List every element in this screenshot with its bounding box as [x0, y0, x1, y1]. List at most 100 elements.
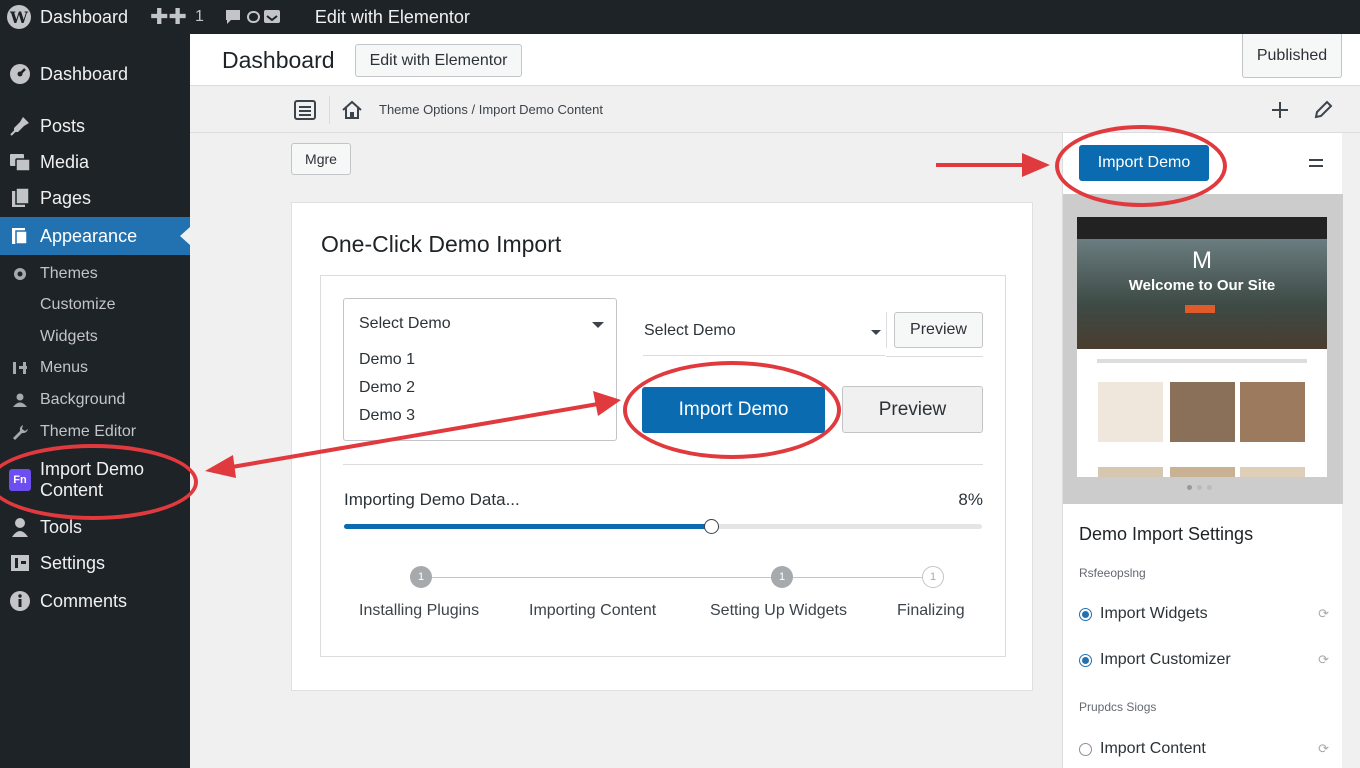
refresh-icon[interactable]: ⟳: [1318, 606, 1329, 622]
preview-headline: Welcome to Our Site: [1128, 277, 1276, 294]
site-name: Dashboard: [40, 6, 129, 27]
sidebar-item-comments[interactable]: Comments: [0, 583, 190, 619]
preview-button-large[interactable]: Preview: [842, 386, 983, 433]
refresh-icon[interactable]: ⟳: [1318, 652, 1329, 668]
edit-with-elementor-button[interactable]: Edit with Elementor: [355, 44, 522, 77]
preview-card-image: [1170, 382, 1235, 442]
admin-sidebar: Dashboard Posts Media Pages Appearance T…: [0, 34, 190, 768]
panel-menu-icon[interactable]: [1309, 159, 1323, 167]
toolbar: Theme Options / Import Demo Content: [190, 87, 1360, 133]
preview-navbar: [1077, 217, 1327, 239]
user-icon: [10, 390, 30, 410]
demo-select-secondary[interactable]: Select Demo: [643, 312, 885, 356]
sidebar-item-pages[interactable]: Pages: [0, 180, 190, 216]
progress-fill: [344, 524, 711, 529]
sidebar-item-settings[interactable]: Settings: [0, 545, 190, 581]
published-status-button[interactable]: Published: [1242, 34, 1342, 78]
add-icon[interactable]: [1270, 100, 1290, 125]
demo-option-2[interactable]: Demo 2: [359, 379, 415, 397]
chevron-down-icon: [592, 322, 604, 328]
progress-percent: 8%: [958, 490, 983, 509]
progress-label: Importing Demo Data...: [344, 490, 520, 509]
submenu-label: Menus: [40, 359, 89, 376]
submenu-item-background[interactable]: Background: [0, 386, 190, 414]
submenu-item-customize[interactable]: Customize: [0, 291, 190, 319]
sidebar-item-appearance[interactable]: Appearance: [0, 217, 190, 255]
submenu-label: Widgets: [40, 328, 98, 345]
media-icon: [9, 151, 31, 173]
submenu-item-themes[interactable]: Themes: [0, 260, 190, 288]
submenu-item-menus[interactable]: Menus: [0, 354, 190, 382]
comment-icon: [225, 10, 280, 24]
pages-icon: [9, 187, 31, 209]
option-import-content[interactable]: Import Content ⟳: [1079, 740, 1329, 758]
demo-option-3[interactable]: Demo 3: [359, 407, 415, 425]
settings-title: Demo Import Settings: [1079, 524, 1254, 544]
home-icon[interactable]: [341, 100, 363, 125]
list-view-icon[interactable]: [294, 100, 316, 125]
card-title: One-Click Demo Import: [321, 231, 562, 257]
demo-preview-frame: M Welcome to Our Site: [1063, 194, 1343, 504]
dashboard-icon: [9, 63, 31, 85]
more-button[interactable]: Mgre: [291, 143, 351, 175]
edit-elementor-label: Edit with Elementor: [314, 6, 470, 27]
admin-bar: W Dashboard ✚✚ 1 Edit with Elementor: [0, 0, 1360, 34]
page-title: Dashboard: [222, 47, 335, 73]
sidebar-item-label: Dashboard: [40, 63, 129, 84]
settings-group-label-2: Prupdcs Siogs: [1079, 700, 1157, 714]
demo-select-secondary-value: Select Demo: [644, 322, 736, 339]
divider-horizontal: [886, 356, 983, 357]
option-import-customizer[interactable]: Import Customizer ⟳: [1079, 651, 1329, 669]
preview-card-image: [1098, 382, 1163, 442]
info-icon: [9, 590, 31, 612]
pencil-icon[interactable]: [1312, 99, 1334, 126]
submenu-label: Background: [40, 391, 126, 408]
submenu-label: Customize: [40, 296, 116, 313]
preview-hero-button: [1185, 305, 1215, 313]
edit-elementor-link[interactable]: Edit with Elementor: [315, 0, 470, 34]
comments-button[interactable]: [224, 0, 282, 34]
current-menu-arrow: [180, 227, 190, 245]
sidebar-item-posts[interactable]: Posts: [0, 108, 190, 144]
progress-handle[interactable]: [704, 519, 719, 534]
radio-unchecked-icon[interactable]: [1079, 742, 1092, 756]
preview-button-small[interactable]: Preview: [894, 312, 983, 348]
step-3-label: Setting Up Widgets: [710, 602, 847, 619]
sidebar-item-label: Media: [40, 151, 90, 172]
option-label: Import Content: [1100, 740, 1206, 757]
submenu-item-widgets[interactable]: Widgets: [0, 323, 190, 351]
carousel-dots[interactable]: [1187, 485, 1212, 490]
sidebar-item-label: Posts: [40, 115, 86, 136]
demo-option-1[interactable]: Demo 1: [359, 351, 415, 369]
option-label: Import Customizer: [1100, 651, 1231, 668]
demo-select-value: Select Demo: [359, 315, 451, 332]
settings-group-label: Rsfeeopslng: [1079, 566, 1146, 580]
demo-select-dropdown[interactable]: Select Demo Demo 1 Demo 2 Demo 3: [343, 298, 617, 441]
toolbar-divider: [329, 96, 330, 124]
step-1-indicator: 1: [410, 566, 432, 588]
sidebar-item-label: Appearance: [40, 225, 138, 246]
sidebar-item-media[interactable]: Media: [0, 144, 190, 180]
sidebar-item-dashboard[interactable]: Dashboard: [0, 56, 190, 92]
breadcrumb: Theme Options / Import Demo Content: [379, 102, 603, 117]
updates-count: 1: [194, 8, 204, 25]
section-divider: [343, 464, 983, 465]
sidebar-item-label: Pages: [40, 187, 92, 208]
chevron-down-icon: [871, 330, 881, 335]
step-3-indicator: 1: [771, 566, 793, 588]
submenu-item-theme-editor[interactable]: Theme Editor: [0, 418, 190, 446]
menus-icon: [10, 358, 30, 378]
wp-logo-button[interactable]: W Dashboard: [0, 0, 128, 34]
option-import-widgets[interactable]: Import Widgets ⟳: [1079, 605, 1329, 623]
sidebar-item-label: Comments: [40, 590, 128, 611]
progress-track: [344, 519, 982, 534]
updates-button[interactable]: ✚✚ 1: [150, 0, 204, 34]
brush-icon: [9, 225, 31, 247]
step-4-label: Finalizing: [897, 602, 965, 619]
step-2-label: Importing Content: [529, 602, 657, 619]
sidebar-item-label: Tools: [40, 516, 83, 537]
refresh-icon[interactable]: ⟳: [1318, 741, 1329, 757]
radio-checked-icon[interactable]: [1079, 653, 1092, 667]
radio-checked-icon[interactable]: [1079, 607, 1092, 621]
submenu-label: Theme Editor: [40, 423, 137, 440]
